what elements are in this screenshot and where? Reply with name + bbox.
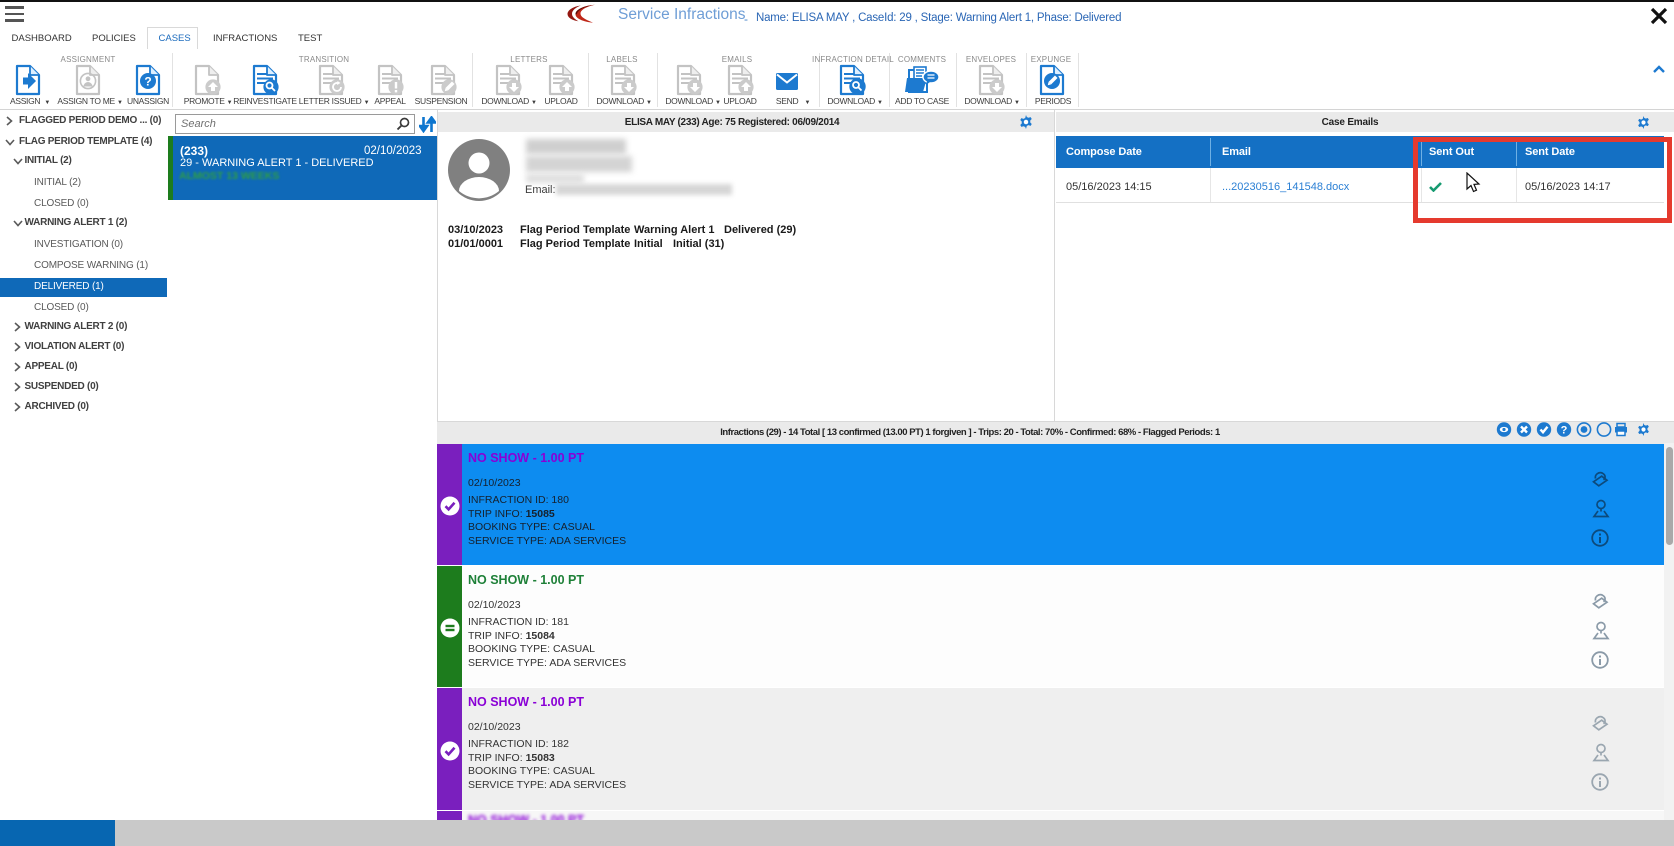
svg-text:?: ? [1561, 425, 1568, 437]
svg-text:?: ? [144, 75, 151, 89]
